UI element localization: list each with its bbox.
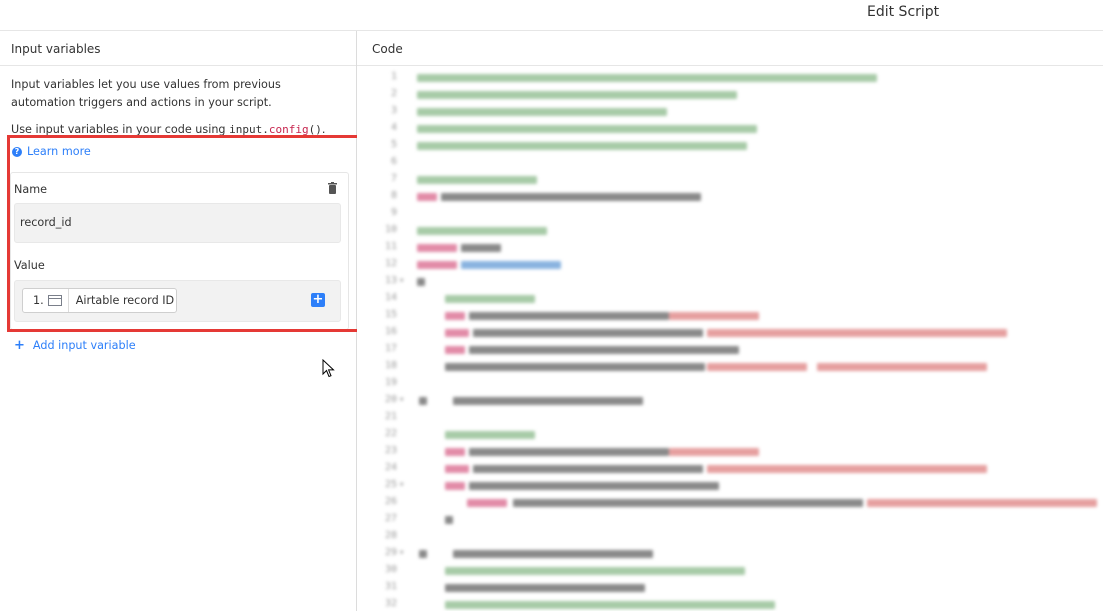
line-number: 22	[384, 428, 397, 439]
line-number: 3	[390, 105, 397, 116]
line-number: 28	[384, 530, 397, 541]
code-text	[469, 482, 719, 490]
code-text	[867, 499, 1097, 507]
code-text	[417, 91, 737, 99]
code-text	[419, 550, 427, 558]
line-number: 30	[384, 564, 397, 575]
fold-toggle-icon[interactable]: ▾	[399, 480, 404, 490]
code-text	[417, 227, 547, 235]
fold-toggle-icon[interactable]: ▾	[399, 548, 404, 558]
code-text	[467, 499, 507, 507]
code-text	[417, 278, 425, 286]
code-text	[417, 261, 457, 269]
line-number: 6	[390, 156, 397, 167]
code-text	[469, 312, 669, 320]
line-number: 8	[390, 190, 397, 201]
add-input-variable-label: Add input variable	[32, 339, 136, 352]
input-variables-description: Input variables let you use values from …	[11, 78, 281, 109]
line-number: 26	[384, 496, 397, 507]
code-text	[417, 74, 877, 82]
code-text	[453, 397, 643, 405]
code-text	[441, 193, 701, 201]
code-text	[445, 295, 535, 303]
line-number: 2	[390, 88, 397, 99]
line-number: 9	[390, 207, 397, 218]
code-text	[445, 363, 705, 371]
code-header: Code	[357, 31, 1103, 66]
code-text	[417, 125, 757, 133]
code-text	[419, 397, 427, 405]
code-text	[417, 244, 457, 252]
code-text	[473, 329, 703, 337]
code-text	[669, 448, 759, 456]
line-number: 15	[384, 309, 397, 320]
code-text	[461, 261, 561, 269]
code-text	[513, 499, 863, 507]
line-number: 7	[390, 173, 397, 184]
code-text	[445, 312, 465, 320]
highlight-box	[7, 135, 361, 332]
line-number: 29	[384, 547, 397, 558]
code-panel: Code 1 2 3 4 5 6 7 8 9 10 11 12 13 ▾ 14 15 16 17 18 19 20 ▾ 21…	[357, 31, 1103, 611]
line-number: 5	[390, 139, 397, 150]
code-text	[445, 482, 465, 490]
code-text	[469, 346, 739, 354]
line-number: 20	[384, 394, 397, 405]
line-number: 21	[384, 411, 397, 422]
line-number: 25	[384, 479, 397, 490]
line-number: 24	[384, 462, 397, 473]
code-text	[445, 567, 745, 575]
code-text	[417, 142, 747, 150]
code-text	[473, 465, 703, 473]
code-text	[445, 448, 465, 456]
mouse-cursor-icon	[322, 359, 335, 378]
line-number: 11	[384, 241, 397, 252]
line-number: 18	[384, 360, 397, 371]
fold-toggle-icon[interactable]: ▾	[399, 276, 404, 286]
line-number: 23	[384, 445, 397, 456]
code-text	[445, 465, 469, 473]
code-text	[453, 550, 653, 558]
line-number: 31	[384, 581, 397, 592]
code-text	[445, 601, 775, 609]
line-number: 19	[384, 377, 397, 388]
line-number: 17	[384, 343, 397, 354]
line-number: 4	[390, 122, 397, 133]
line-number: 13	[384, 275, 397, 286]
line-number: 16	[384, 326, 397, 337]
line-number: 27	[384, 513, 397, 524]
code-text	[445, 329, 469, 337]
code-editor[interactable]: 1 2 3 4 5 6 7 8 9 10 11 12 13 ▾ 14 15 16 17 18 19 20 ▾ 21 22 23 2…	[357, 67, 1103, 611]
code-text	[445, 346, 465, 354]
code-text	[417, 108, 667, 116]
code-text	[707, 363, 807, 371]
code-text	[669, 312, 759, 320]
code-text	[445, 584, 645, 592]
line-number: 12	[384, 258, 397, 269]
window-title: Edit Script	[867, 4, 940, 20]
line-number: 32	[384, 598, 397, 609]
code-text	[445, 516, 453, 524]
fold-toggle-icon[interactable]: ▾	[399, 395, 404, 405]
line-number: 1	[390, 71, 397, 82]
input-variables-header: Input variables	[0, 31, 356, 66]
line-number: 14	[384, 292, 397, 303]
code-text	[417, 176, 537, 184]
code-text	[469, 448, 669, 456]
code-text	[707, 329, 1007, 337]
code-text	[817, 363, 987, 371]
code-text	[707, 465, 987, 473]
code-text	[417, 193, 437, 201]
code-text	[445, 431, 535, 439]
plus-icon: +	[14, 338, 25, 353]
add-input-variable-button[interactable]: + Add input variable	[14, 338, 136, 353]
line-number: 10	[384, 224, 397, 235]
code-text	[461, 244, 501, 252]
title-bar: Edit Script	[0, 0, 1103, 31]
